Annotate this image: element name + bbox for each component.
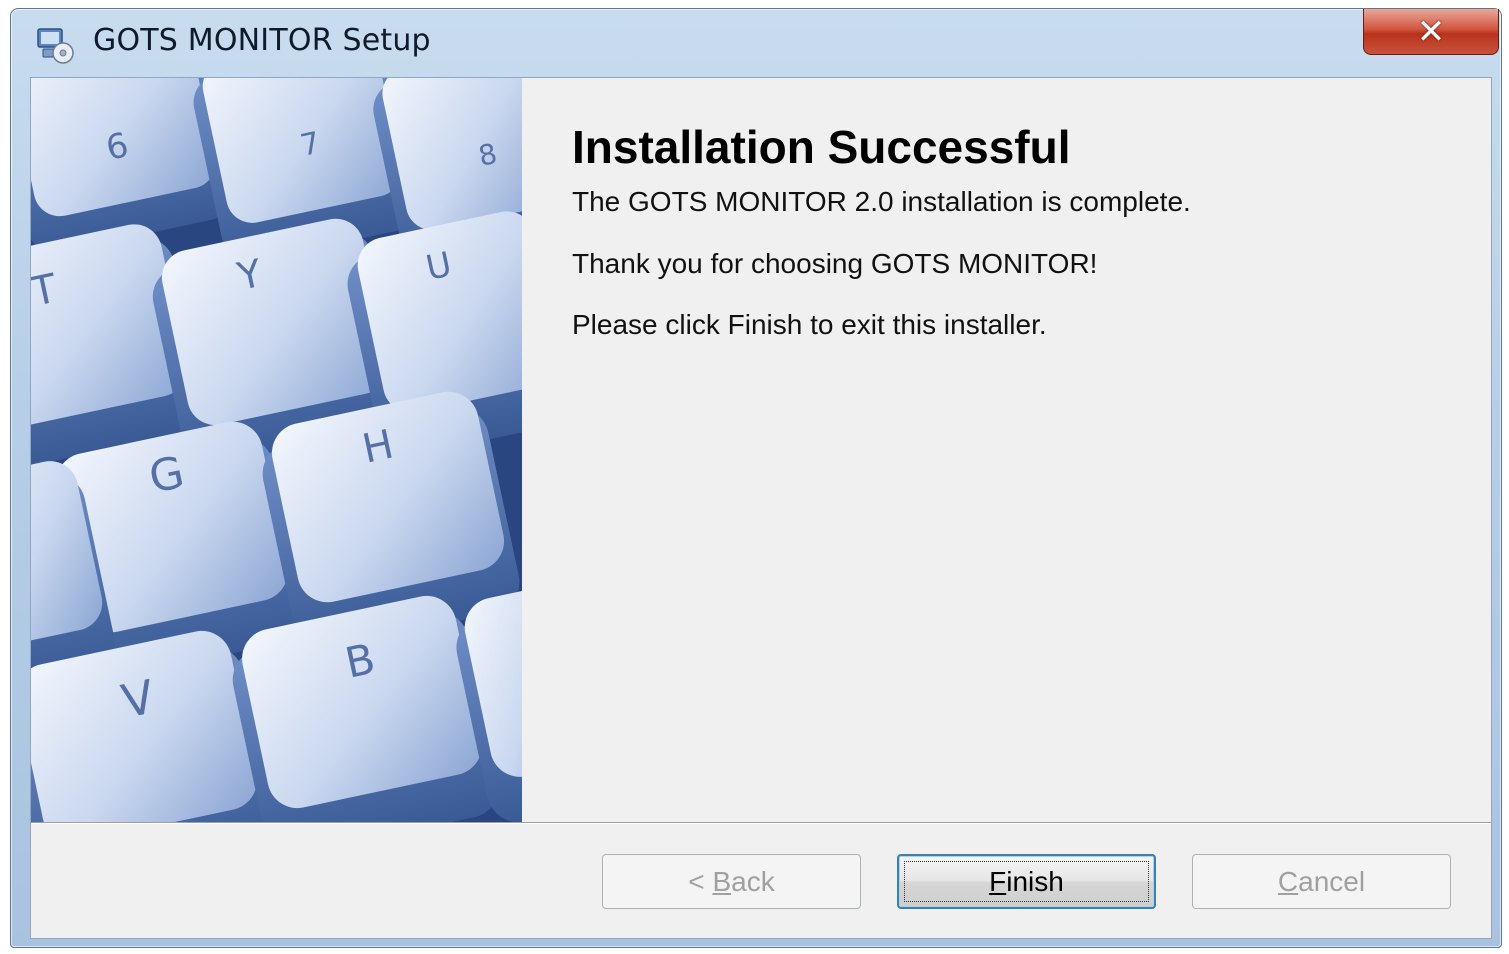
setup-window: GOTS MONITOR Setup ✕ 6 7 8 T Y U G H V B… [10,8,1502,948]
finish-button-label: inish [1006,865,1064,897]
completion-message: The GOTS MONITOR 2.0 installation is com… [572,186,1191,218]
back-button-mnemonic: B [712,865,732,897]
finish-button-mnemonic: F [989,865,1007,897]
finish-instruction: Please click Finish to exit this install… [572,309,1047,341]
cancel-button[interactable]: Cancel [1192,854,1451,909]
title-bar[interactable]: GOTS MONITOR Setup ✕ [11,9,1501,79]
page-title: Installation Successful [572,121,1071,173]
finish-button[interactable]: Finish [897,854,1156,909]
footer-divider [31,822,1491,824]
wizard-content: Installation Successful The GOTS MONITOR… [572,120,1452,342]
thank-you-message: Thank you for choosing GOTS MONITOR! [572,247,1098,279]
setup-app-icon [37,28,74,64]
back-button-label: ack [731,865,775,897]
keyboard-banner-image: 6 7 8 T Y U G H V B [31,78,522,822]
close-button[interactable]: ✕ [1363,9,1499,55]
back-button[interactable]: < Back [602,854,861,909]
close-icon: ✕ [1416,11,1446,52]
wizard-body: 6 7 8 T Y U G H V B Installation Success… [30,77,1492,939]
window-title: GOTS MONITOR Setup [93,23,431,58]
cancel-button-mnemonic: C [1277,865,1299,897]
cancel-button-label: ancel [1298,865,1366,897]
back-button-prefix: < [688,865,713,897]
